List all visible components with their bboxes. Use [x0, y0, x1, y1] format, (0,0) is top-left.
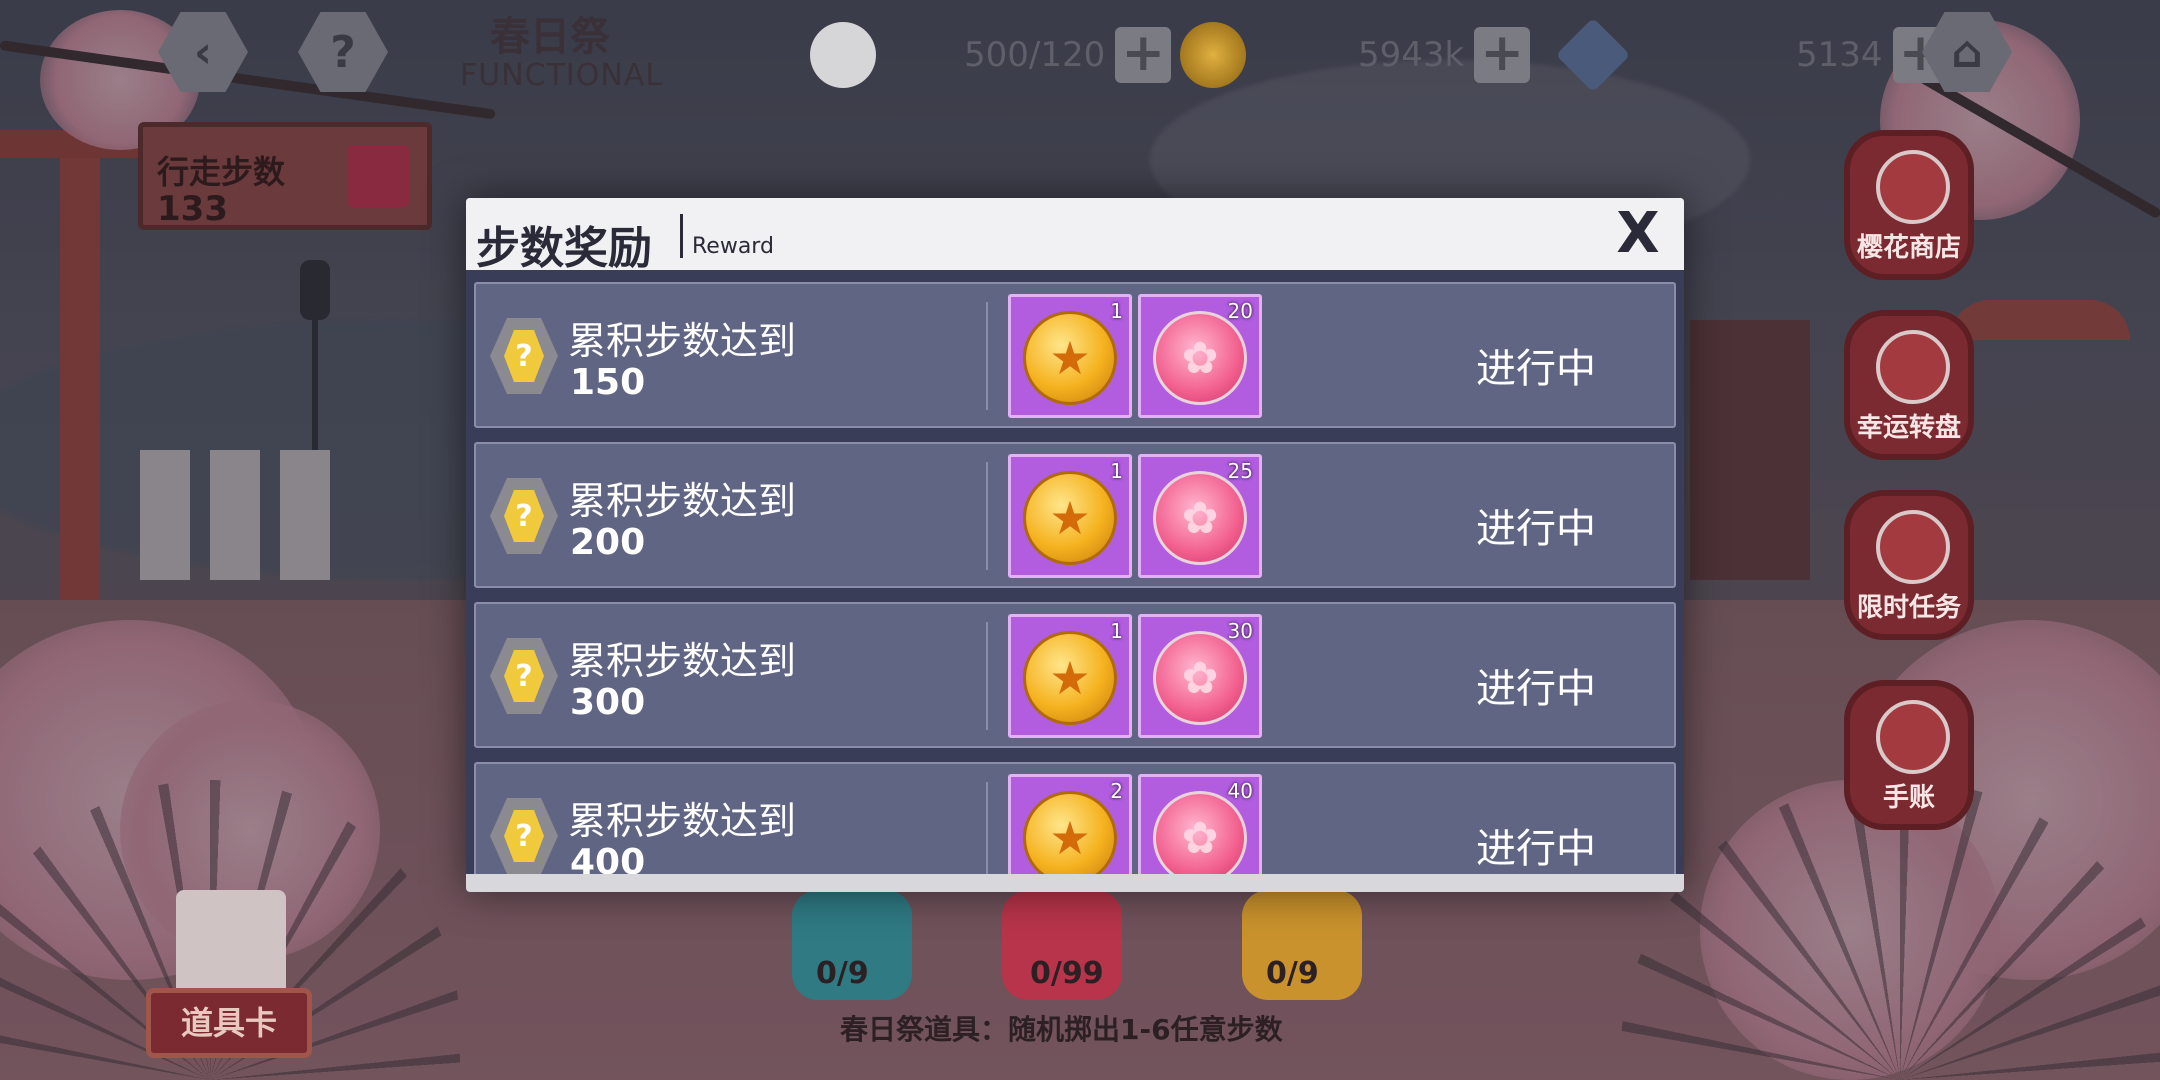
stamina-resource: 500/120 + [810, 22, 1172, 88]
reward-sakura-token[interactable]: ✿ 25 [1138, 454, 1262, 578]
reward-count: 1 [1110, 619, 1123, 643]
reward-list[interactable]: ? 累积步数达到 150 ★ 1 ✿ 20 进行中 ? 累积步数达到 200 ★… [466, 270, 1684, 874]
coin-resource: 5943k + [1180, 22, 1531, 88]
star-coin-icon: ★ [1023, 631, 1117, 725]
modal-header: 步数奖励 Reward X [466, 198, 1684, 274]
sakura-icon [1876, 150, 1950, 224]
reward-count: 1 [1110, 299, 1123, 323]
row-label: 累积步数达到 [568, 639, 797, 683]
step-badge-icon: ? [490, 638, 558, 714]
step-counter: 行走步数 133 [138, 122, 432, 230]
row-target: 200 [570, 522, 646, 563]
back-arrow-icon: ‹ [193, 26, 213, 78]
row-separator [986, 622, 988, 730]
reward-star-coin[interactable]: ★ 1 [1008, 294, 1132, 418]
sakura-token-icon: ✿ [1153, 631, 1247, 725]
item-card-icon [176, 890, 286, 1000]
star-coin-icon: ★ [1023, 471, 1117, 565]
step-badge-icon: ? [490, 318, 558, 394]
row-status: 进行中 [1476, 506, 1596, 552]
modal-title: 步数奖励 [476, 223, 652, 274]
step-badge-icon: ? [490, 798, 558, 874]
rice-ball-icon [810, 22, 876, 88]
row-label: 累积步数达到 [568, 799, 797, 843]
event-title: 春日祭 [490, 14, 610, 60]
coin-icon [1180, 22, 1246, 88]
row-label: 累积步数达到 [568, 479, 797, 523]
reward-sakura-token[interactable]: ✿ 20 [1138, 294, 1262, 418]
help-icon: ? [330, 26, 356, 78]
dice-teal-count: 0/9 [816, 956, 869, 991]
dice-red-count: 0/99 [1030, 956, 1104, 991]
side-menu-journal[interactable]: 手账 [1844, 680, 1974, 830]
wheel-icon [1876, 330, 1950, 404]
step-value: 133 [157, 189, 228, 229]
row-target: 150 [570, 362, 646, 403]
sakura-token-icon: ✿ [1153, 311, 1247, 405]
row-label: 累积步数达到 [568, 319, 797, 363]
row-separator [986, 462, 988, 570]
side-menu-lucky-wheel[interactable]: 幸运转盘 [1844, 310, 1974, 460]
add-coins-button[interactable]: + [1474, 27, 1531, 83]
coin-value: 5943k [1358, 35, 1465, 75]
row-status: 进行中 [1476, 346, 1596, 392]
side-menu-timed-tasks[interactable]: 限时任务 [1844, 490, 1974, 640]
gem-value: 5134 [1796, 35, 1883, 75]
step-label: 行走步数 [157, 153, 286, 191]
dice-gold-count: 0/9 [1266, 956, 1319, 991]
reward-sakura-token[interactable]: ✿ 40 [1138, 774, 1262, 874]
reward-count: 1 [1110, 459, 1123, 483]
reward-sakura-token[interactable]: ✿ 30 [1138, 614, 1262, 738]
gift-icon [347, 145, 409, 207]
reward-star-coin[interactable]: ★ 2 [1008, 774, 1132, 874]
star-coin-icon: ★ [1023, 311, 1117, 405]
reward-count: 30 [1227, 619, 1253, 643]
title-divider [680, 214, 683, 258]
row-separator [986, 782, 988, 874]
sakura-token-icon: ✿ [1153, 471, 1247, 565]
close-button[interactable]: X [1612, 206, 1664, 262]
reward-count: 40 [1227, 779, 1253, 803]
event-subtitle: FUNCTIONAL [460, 58, 664, 93]
row-target: 400 [570, 842, 646, 874]
row-target: 300 [570, 682, 646, 723]
item-description: 春日祭道具：随机掷出1-6任意步数 [840, 1013, 1283, 1046]
stamina-value: 500/120 [964, 35, 1106, 75]
reward-count: 2 [1110, 779, 1123, 803]
reward-row: ? 累积步数达到 150 ★ 1 ✿ 20 进行中 [474, 282, 1676, 428]
modal-subtitle: Reward [692, 234, 774, 259]
task-icon [1876, 510, 1950, 584]
reward-count: 20 [1227, 299, 1253, 323]
row-separator [986, 302, 988, 410]
row-status: 进行中 [1476, 826, 1596, 872]
star-coin-icon: ★ [1023, 791, 1117, 874]
gem-resource: 5134 + [1555, 17, 1949, 93]
reward-row: ? 累积步数达到 300 ★ 1 ✿ 30 进行中 [474, 602, 1676, 748]
row-status: 进行中 [1476, 666, 1596, 712]
item-card-button[interactable]: 道具卡 [146, 988, 312, 1058]
gem-icon [1555, 17, 1631, 93]
add-stamina-button[interactable]: + [1115, 27, 1172, 83]
reward-star-coin[interactable]: ★ 1 [1008, 614, 1132, 738]
step-badge-icon: ? [490, 478, 558, 554]
journal-icon [1876, 700, 1950, 774]
sakura-token-icon: ✿ [1153, 791, 1247, 874]
step-reward-modal: 步数奖励 Reward X ? 累积步数达到 150 ★ 1 ✿ 20 进行中 … [466, 198, 1684, 892]
side-menu-sakura-shop[interactable]: 樱花商店 [1844, 130, 1974, 280]
reward-row: ? 累积步数达到 400 ★ 2 ✿ 40 进行中 [474, 762, 1676, 874]
reward-row: ? 累积步数达到 200 ★ 1 ✿ 25 进行中 [474, 442, 1676, 588]
reward-count: 25 [1227, 459, 1253, 483]
reward-star-coin[interactable]: ★ 1 [1008, 454, 1132, 578]
home-icon: ⌂ [1951, 26, 1983, 78]
